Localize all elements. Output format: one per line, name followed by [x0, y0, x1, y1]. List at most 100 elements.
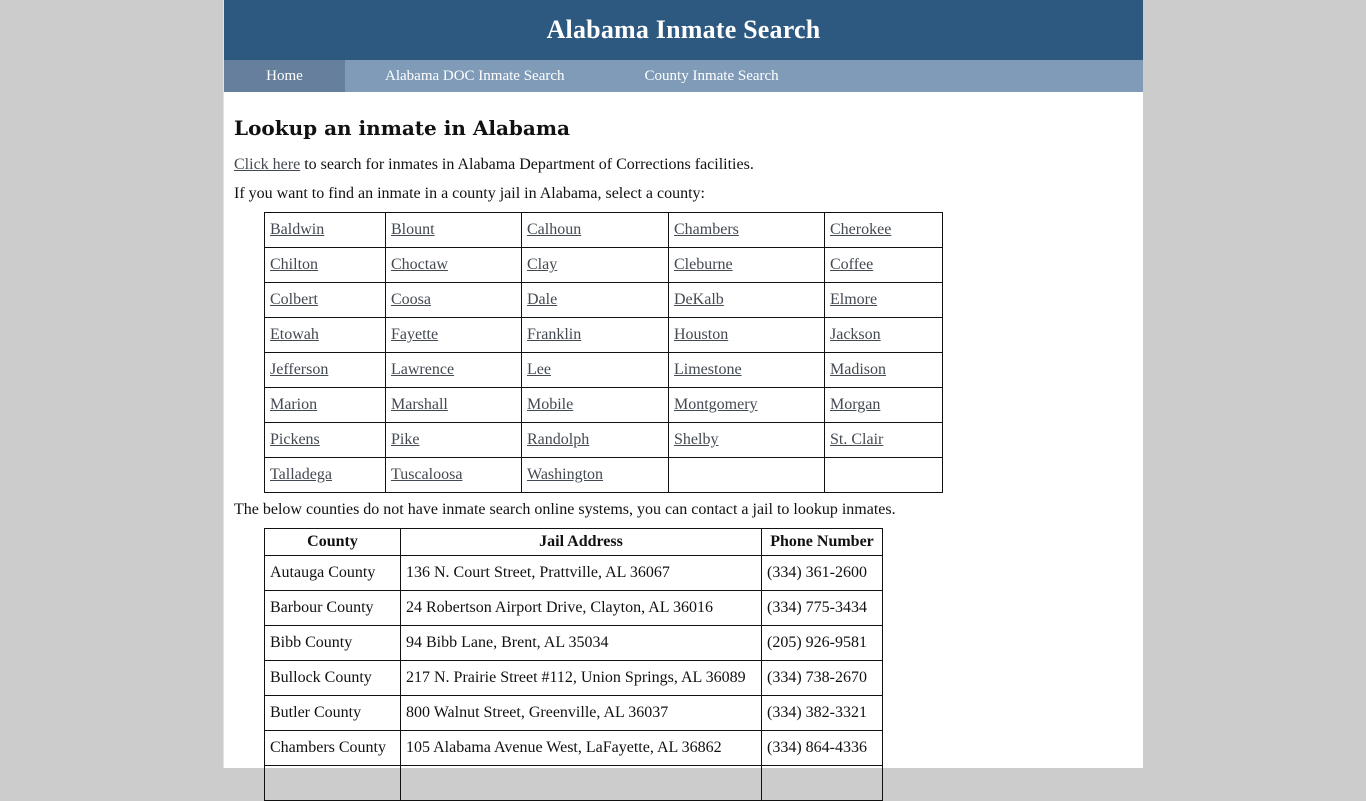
- county-cell: Clay: [521, 247, 669, 283]
- county-cell: Jackson: [824, 317, 943, 353]
- county-link[interactable]: Jackson: [830, 326, 881, 343]
- county-cell: Fayette: [385, 317, 522, 353]
- county-link[interactable]: Dale: [527, 291, 557, 308]
- doc-search-link[interactable]: Click here: [234, 156, 300, 173]
- jail-county: [264, 765, 401, 801]
- county-link[interactable]: Franklin: [527, 326, 581, 343]
- nav-home[interactable]: Home: [224, 60, 345, 92]
- jail-county: Autauga County: [264, 555, 401, 591]
- county-link[interactable]: Madison: [830, 361, 886, 378]
- county-link[interactable]: Baldwin: [270, 221, 324, 238]
- county-cell: Jefferson: [264, 352, 386, 388]
- county-link[interactable]: Lee: [527, 361, 551, 378]
- county-cell: Cleburne: [668, 247, 825, 283]
- county-link[interactable]: Limestone: [674, 361, 742, 378]
- jail-county: Barbour County: [264, 590, 401, 626]
- county-link[interactable]: Blount: [391, 221, 435, 238]
- county-link[interactable]: Marshall: [391, 396, 448, 413]
- county-cell: Cherokee: [824, 212, 943, 248]
- county-cell: Randolph: [521, 422, 669, 458]
- no-online-text: The below counties do not have inmate se…: [234, 501, 896, 518]
- county-row: Baldwin Blount Calhoun Chambers Cherokee: [264, 212, 943, 248]
- county-link[interactable]: Marion: [270, 396, 317, 413]
- table-row: Autauga County 136 N. Court Street, Pratt…: [264, 555, 883, 591]
- jail-address: 24 Robertson Airport Drive, Clayton, AL …: [400, 590, 762, 626]
- jail-phone: (334) 738-2670: [761, 660, 883, 696]
- jail-address: 800 Walnut Street, Greenville, AL 36037: [400, 695, 762, 731]
- county-link[interactable]: St. Clair: [830, 431, 883, 448]
- county-link[interactable]: Coffee: [830, 256, 873, 273]
- county-row: Etowah Fayette Franklin Houston Jackson: [264, 317, 943, 353]
- county-cell: Montgomery: [668, 387, 825, 423]
- county-row: Marion Marshall Mobile Montgomery Morgan: [264, 387, 943, 423]
- jail-address: 217 N. Prairie Street #112, Union Spring…: [400, 660, 762, 696]
- jail-phone: [761, 765, 883, 801]
- county-link[interactable]: Houston: [674, 326, 728, 343]
- county-link[interactable]: Washington: [527, 466, 603, 483]
- county-link[interactable]: Talladega: [270, 466, 332, 483]
- jail-county: Chambers County: [264, 730, 401, 766]
- page-container: Alabama Inmate Search Home Alabama DOC I…: [223, 0, 1143, 801]
- page-heading: Lookup an inmate in Alabama: [234, 116, 570, 140]
- county-link[interactable]: Pickens: [270, 431, 320, 448]
- county-cell: Lee: [521, 352, 669, 388]
- county-link[interactable]: Chilton: [270, 256, 318, 273]
- county-cell: Shelby: [668, 422, 825, 458]
- county-link[interactable]: Fayette: [391, 326, 438, 343]
- jail-county: Butler County: [264, 695, 401, 731]
- county-link[interactable]: Mobile: [527, 396, 573, 413]
- county-link[interactable]: Tuscaloosa: [391, 466, 462, 483]
- table-row: [264, 765, 883, 801]
- jail-address: 136 N. Court Street, Prattville, AL 3606…: [400, 555, 762, 591]
- jail-table-header-row: County Jail Address Phone Number: [264, 528, 883, 556]
- county-cell: Franklin: [521, 317, 669, 353]
- county-link[interactable]: Pike: [391, 431, 419, 448]
- county-link[interactable]: Etowah: [270, 326, 319, 343]
- county-link[interactable]: Shelby: [674, 431, 718, 448]
- jail-table: County Jail Address Phone Number Autauga…: [264, 528, 883, 801]
- county-cell: Chambers: [668, 212, 825, 248]
- county-cell: St. Clair: [824, 422, 943, 458]
- county-row: Pickens Pike Randolph Shelby St. Clair: [264, 422, 943, 458]
- county-cell: Etowah: [264, 317, 386, 353]
- county-link[interactable]: Cherokee: [830, 221, 891, 238]
- county-cell: Pike: [385, 422, 522, 458]
- column-header-jail-address: Jail Address: [400, 528, 762, 556]
- county-cell: Madison: [824, 352, 943, 388]
- site-title: Alabama Inmate Search: [546, 15, 821, 44]
- jail-address: 94 Bibb Lane, Brent, AL 35034: [400, 625, 762, 661]
- county-cell: Mobile: [521, 387, 669, 423]
- county-link[interactable]: Lawrence: [391, 361, 454, 378]
- county-cell: [824, 457, 943, 493]
- county-cell: Marion: [264, 387, 386, 423]
- county-cell: Pickens: [264, 422, 386, 458]
- jail-county: Bibb County: [264, 625, 401, 661]
- jail-phone: (334) 775-3434: [761, 590, 883, 626]
- county-cell: Colbert: [264, 282, 386, 318]
- county-link[interactable]: Randolph: [527, 431, 589, 448]
- county-link[interactable]: Morgan: [830, 396, 880, 413]
- county-row: Chilton Choctaw Clay Cleburne Coffee: [264, 247, 943, 283]
- county-row: Jefferson Lawrence Lee Limestone Madison: [264, 352, 943, 388]
- county-link[interactable]: Colbert: [270, 291, 318, 308]
- county-link[interactable]: Calhoun: [527, 221, 581, 238]
- county-link[interactable]: Coosa: [391, 291, 431, 308]
- county-link[interactable]: Elmore: [830, 291, 877, 308]
- county-cell: Talladega: [264, 457, 386, 493]
- nav-county-inmate-search[interactable]: County Inmate Search: [605, 60, 819, 92]
- county-cell: Tuscaloosa: [385, 457, 522, 493]
- county-cell: Dale: [521, 282, 669, 318]
- jail-phone: (334) 361-2600: [761, 555, 883, 591]
- county-link[interactable]: Jefferson: [270, 361, 328, 378]
- county-link[interactable]: Clay: [527, 256, 557, 273]
- jail-phone: (205) 926-9581: [761, 625, 883, 661]
- county-cell: Choctaw: [385, 247, 522, 283]
- county-link[interactable]: Chambers: [674, 221, 739, 238]
- county-cell: Blount: [385, 212, 522, 248]
- county-link[interactable]: Montgomery: [674, 396, 758, 413]
- county-link[interactable]: DeKalb: [674, 291, 724, 308]
- county-cell: Lawrence: [385, 352, 522, 388]
- nav-alabama-doc-inmate-search[interactable]: Alabama DOC Inmate Search: [345, 60, 605, 92]
- county-link[interactable]: Cleburne: [674, 256, 733, 273]
- county-link[interactable]: Choctaw: [391, 256, 448, 273]
